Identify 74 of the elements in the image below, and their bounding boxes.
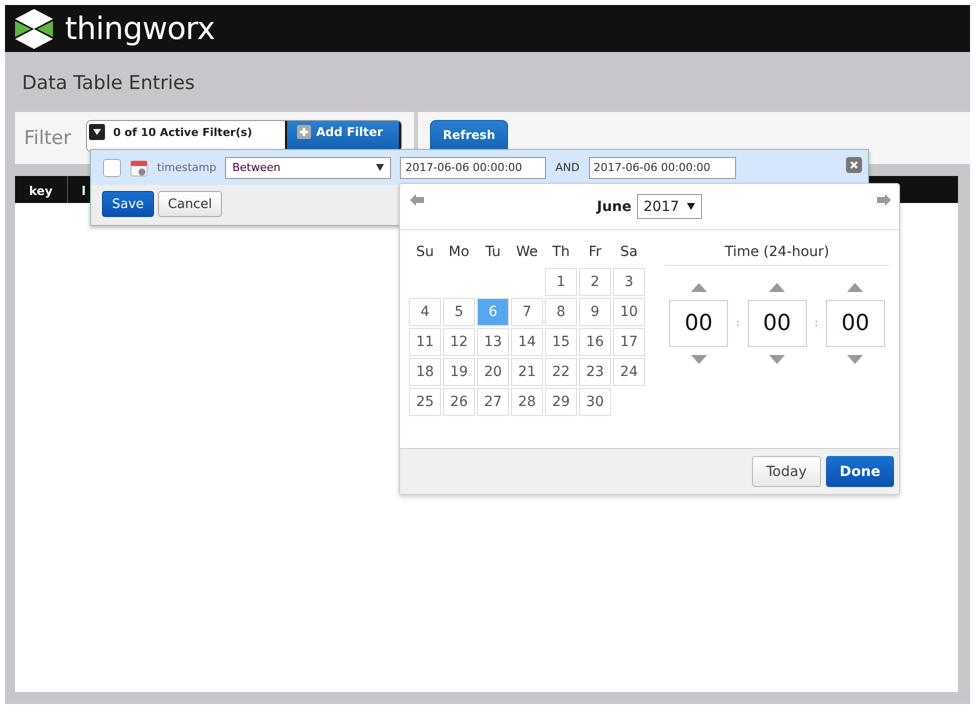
save-button[interactable]: Save (102, 191, 154, 217)
calendar-icon (130, 158, 148, 176)
day-cell[interactable]: 26 (443, 388, 475, 416)
decrement-icon[interactable] (769, 355, 785, 364)
weekday-label: Sa (619, 243, 639, 262)
day-cell[interactable]: 16 (579, 328, 611, 356)
field-name: timestamp (157, 161, 216, 174)
operator-select[interactable]: Between (225, 156, 392, 178)
close-icon (850, 161, 858, 169)
column-header[interactable]: key (15, 176, 68, 203)
add-filter-button[interactable]: Add Filter (285, 121, 402, 151)
time-separator: : (814, 318, 818, 329)
time-value[interactable]: 00 (748, 300, 806, 347)
day-cell[interactable]: 4 (409, 298, 441, 326)
day-cell[interactable]: 9 (579, 298, 611, 326)
next-month-button[interactable] (877, 194, 891, 209)
decrement-icon[interactable] (847, 355, 864, 364)
day-cell[interactable]: 18 (409, 358, 441, 386)
day-cell[interactable]: 14 (511, 328, 543, 356)
logo-text: thingworx (65, 10, 215, 46)
day-cell[interactable]: 27 (477, 388, 509, 416)
from-date-field[interactable]: 2017-06-06 00:00:00 (400, 156, 546, 178)
weekday-label: We (515, 243, 539, 262)
weekday-label: Mo (448, 243, 470, 262)
time-separator: : (736, 318, 740, 329)
today-button[interactable]: Today (752, 456, 821, 487)
day-cell[interactable]: 13 (477, 328, 509, 356)
time-value[interactable]: 00 (826, 300, 885, 347)
caret-icon (93, 129, 102, 135)
day-cell[interactable]: 1 (545, 268, 577, 296)
increment-icon[interactable] (847, 283, 864, 292)
day-cell[interactable]: 29 (545, 388, 577, 416)
day-cell[interactable]: 19 (443, 358, 475, 386)
filter-label: Filter (24, 127, 72, 149)
month-label: June (596, 198, 632, 214)
logo-icon (15, 8, 53, 48)
weekday-label: Tu (484, 243, 502, 262)
day-cell[interactable]: 17 (613, 328, 645, 356)
plus-icon (297, 125, 312, 139)
day-cell[interactable]: 3 (613, 268, 645, 296)
day-cell[interactable]: 15 (545, 328, 577, 356)
cancel-button[interactable]: Cancel (158, 191, 222, 217)
day-cell[interactable]: 30 (579, 388, 611, 416)
day-cell[interactable]: 22 (545, 358, 577, 386)
weekday-label: Th (551, 243, 571, 262)
checkbox[interactable] (103, 158, 121, 176)
right-arrow-icon (877, 194, 891, 206)
day-cell[interactable]: 23 (579, 358, 611, 386)
day-cell[interactable]: 8 (545, 298, 577, 326)
day-cell[interactable]: 21 (511, 358, 543, 386)
page-title: Data Table Entries (21, 71, 196, 96)
day-cell[interactable]: 20 (477, 358, 509, 386)
day-cell[interactable]: 12 (443, 328, 475, 356)
increment-icon[interactable] (690, 283, 707, 292)
year-select[interactable]: 2017 (636, 194, 702, 219)
close-button[interactable] (846, 157, 862, 173)
time-value[interactable]: 00 (669, 300, 728, 347)
day-cell[interactable]: 2 (579, 268, 611, 296)
day-cell[interactable]: 28 (511, 388, 543, 416)
left-arrow-icon (410, 194, 424, 206)
and-label: AND (555, 161, 580, 174)
day-cell[interactable]: 7 (511, 298, 543, 326)
day-cell[interactable]: 24 (613, 358, 645, 386)
weekday-label: Fr (588, 243, 602, 262)
decrement-icon[interactable] (690, 355, 707, 364)
to-date-field[interactable]: 2017-06-06 00:00:00 (588, 156, 736, 178)
day-cell[interactable]: 10 (613, 298, 645, 326)
done-button[interactable]: Done (826, 456, 894, 487)
day-cell[interactable]: 25 (409, 388, 441, 416)
day-cell[interactable]: 11 (409, 328, 441, 356)
time-title: Time (24-hour) (665, 238, 889, 266)
weekday-label: Su (415, 243, 435, 262)
increment-icon[interactable] (769, 283, 785, 292)
day-cell[interactable]: 5 (443, 298, 475, 326)
